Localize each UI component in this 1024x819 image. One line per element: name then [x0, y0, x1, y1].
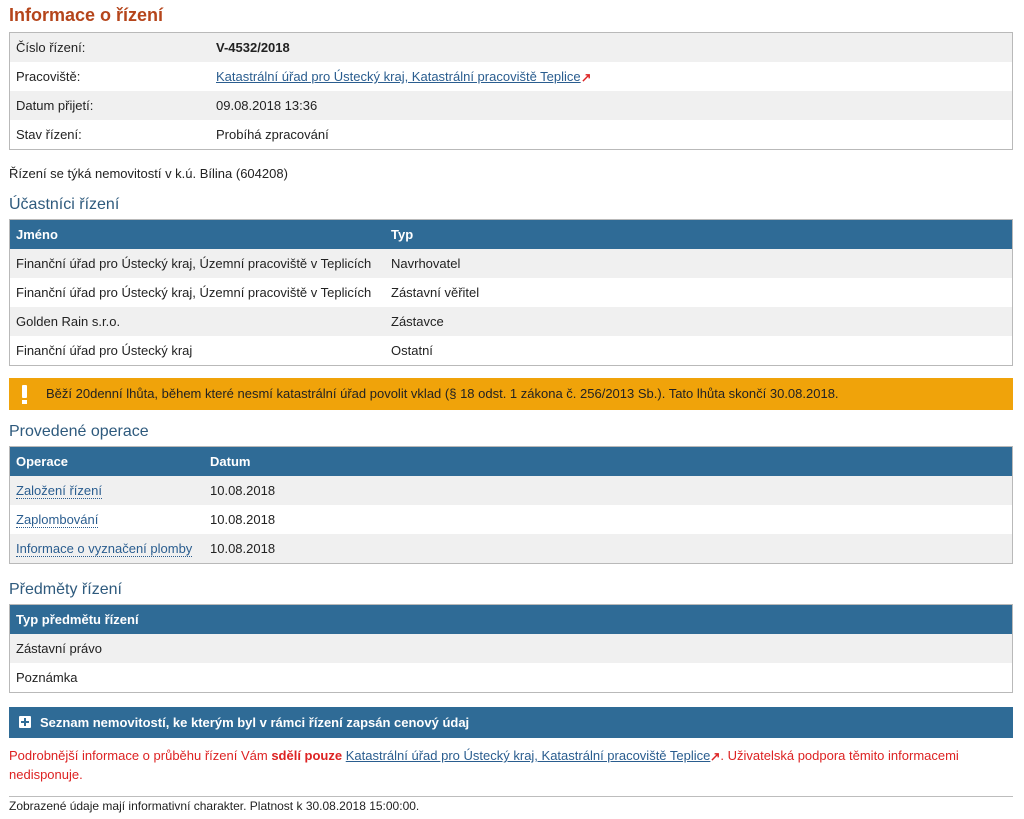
info-row-number: Číslo řízení: V-4532/2018 — [10, 33, 1012, 62]
operation-link[interactable]: Informace o vyznačení plomby — [16, 541, 193, 557]
column-header: Datum — [210, 454, 251, 469]
info-label: Stav řízení: — [16, 127, 82, 142]
column-header: Jméno — [16, 227, 58, 242]
subjects-table: Typ předmětu řízení Zástavní právo Pozná… — [9, 604, 1013, 693]
table-row: Finanční úřad pro Ústecký kraj, Územní p… — [10, 278, 1012, 307]
table-row: Finanční úřad pro Ústecký kraj, Územní p… — [10, 249, 1012, 278]
plus-icon[interactable] — [19, 716, 31, 728]
subjects-heading: Předměty řízení — [9, 581, 122, 598]
external-link-icon — [582, 74, 590, 82]
notice-text: Podrobnější informace o průběhu řízení V… — [9, 748, 272, 763]
info-row-status: Stav řízení: Probíhá zpracování — [10, 120, 1012, 149]
divider — [9, 796, 1013, 797]
notice-emphasis: sdělí pouze — [271, 748, 343, 763]
info-table: Číslo řízení: V-4532/2018 Pracoviště: Ka… — [9, 32, 1013, 150]
warning-text: Běží 20denní lhůta, během které nesmí ka… — [46, 386, 839, 401]
operations-table: Operace Datum Založení řízení 10.08.2018… — [9, 446, 1013, 564]
participants-heading: Účastníci řízení — [9, 196, 120, 213]
footer-note: Zobrazené údaje mají informativní charak… — [9, 799, 420, 813]
participant-name: Finanční úřad pro Ústecký kraj — [16, 343, 193, 358]
operation-link[interactable]: Založení řízení — [16, 483, 102, 499]
column-header: Typ předmětu řízení — [16, 612, 139, 627]
notice-workplace-link[interactable]: Katastrální úřad pro Ústecký kraj, Katas… — [346, 748, 711, 763]
page-title: Informace o řízení — [9, 5, 164, 25]
table-row: Zaplombování 10.08.2018 — [10, 505, 1012, 534]
support-notice: Podrobnější informace o průběhu řízení V… — [9, 746, 1013, 784]
operation-link[interactable]: Zaplombování — [16, 512, 99, 528]
column-header: Typ — [391, 227, 414, 242]
table-row: Golden Rain s.r.o. Zástavce — [10, 307, 1012, 336]
info-value: Probíhá zpracování — [216, 127, 329, 142]
warning-icon — [22, 385, 27, 404]
participant-name: Finanční úřad pro Ústecký kraj, Územní p… — [16, 256, 372, 271]
operation-date: 10.08.2018 — [210, 541, 276, 556]
workplace-link[interactable]: Katastrální úřad pro Ústecký kraj, Katas… — [216, 69, 581, 84]
table-row: Finanční úřad pro Ústecký kraj Ostatní — [10, 336, 1012, 365]
participant-type: Ostatní — [391, 343, 433, 358]
info-value: 09.08.2018 13:36 — [216, 98, 318, 113]
operation-date: 10.08.2018 — [210, 512, 276, 527]
subject-type: Zástavní právo — [16, 641, 102, 656]
participant-type: Zástavce — [391, 314, 444, 329]
info-label: Pracoviště: — [16, 69, 81, 84]
info-row-workplace: Pracoviště: Katastrální úřad pro Ústecký… — [10, 62, 1012, 91]
info-value: V-4532/2018 — [216, 40, 290, 55]
operations-heading: Provedené operace — [9, 423, 149, 440]
warning-banner: Běží 20denní lhůta, během které nesmí ka… — [9, 378, 1013, 410]
info-label: Datum přijetí: — [16, 98, 94, 113]
participant-name: Golden Rain s.r.o. — [16, 314, 121, 329]
table-row: Zástavní právo — [10, 634, 1012, 663]
table-row: Založení řízení 10.08.2018 — [10, 476, 1012, 505]
participant-type: Navrhovatel — [391, 256, 461, 271]
property-note: Řízení se týká nemovitostí v k.ú. Bílina… — [9, 166, 288, 181]
table-header: Operace Datum — [10, 447, 1012, 476]
participants-table: Jméno Typ Finanční úřad pro Ústecký kraj… — [9, 219, 1013, 366]
table-header: Jméno Typ — [10, 220, 1012, 249]
subject-type: Poznámka — [16, 670, 78, 685]
table-header: Typ předmětu řízení — [10, 605, 1012, 634]
column-header: Operace — [16, 454, 69, 469]
participant-type: Zástavní věřitel — [391, 285, 480, 300]
price-data-expander[interactable]: Seznam nemovitostí, ke kterým byl v rámc… — [9, 707, 1013, 738]
info-row-date: Datum přijetí: 09.08.2018 13:36 — [10, 91, 1012, 120]
expander-label: Seznam nemovitostí, ke kterým byl v rámc… — [40, 715, 470, 730]
operation-date: 10.08.2018 — [210, 483, 276, 498]
table-row: Poznámka — [10, 663, 1012, 692]
table-row: Informace o vyznačení plomby 10.08.2018 — [10, 534, 1012, 563]
info-label: Číslo řízení: — [16, 40, 86, 55]
participant-name: Finanční úřad pro Ústecký kraj, Územní p… — [16, 285, 372, 300]
